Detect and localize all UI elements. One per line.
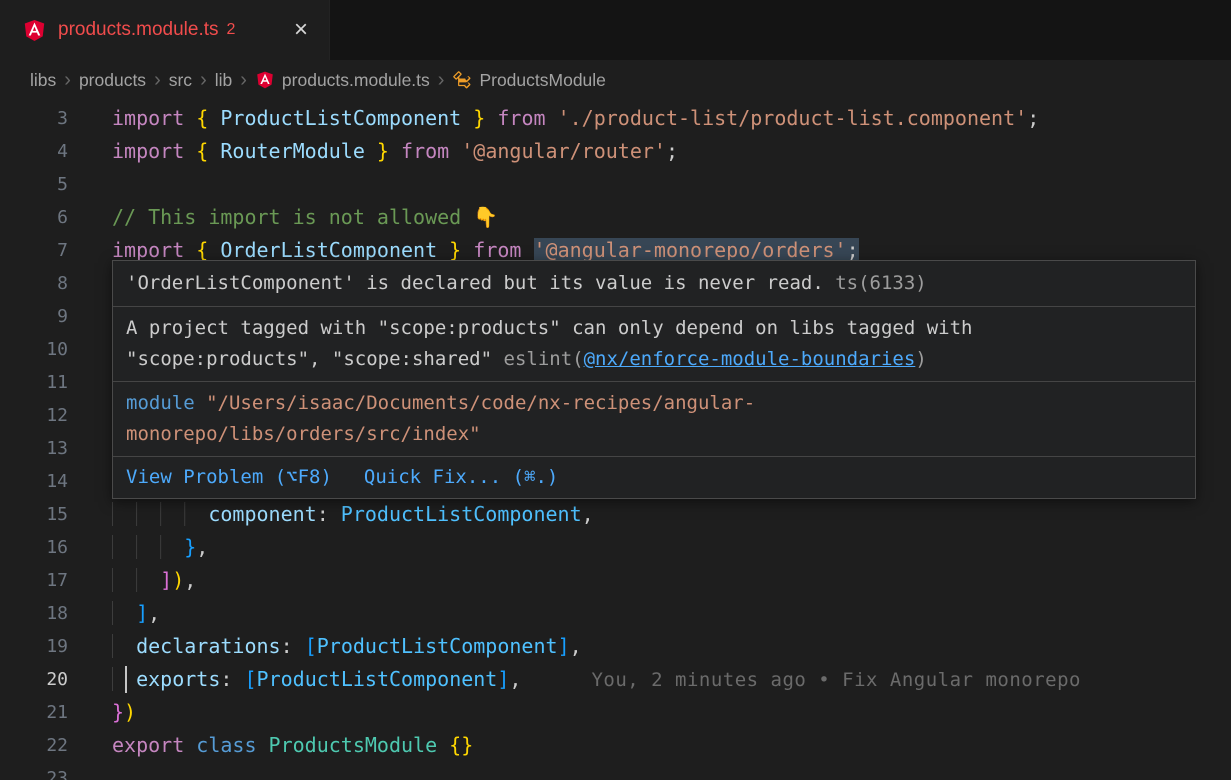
eslint-message-line1: A project tagged with "scope:products" c… xyxy=(126,317,972,339)
code-text xyxy=(68,267,112,300)
line-number[interactable]: 3 xyxy=(0,102,68,135)
line-number[interactable]: 7 xyxy=(0,234,68,267)
eslint-source-open: eslint( xyxy=(504,348,584,370)
hover-popup: 'OrderListComponent' is declared but its… xyxy=(112,260,1196,499)
code-line[interactable]: 18 ], xyxy=(0,597,1231,630)
line-number[interactable]: 11 xyxy=(0,366,68,399)
code-line[interactable]: 23 xyxy=(0,762,1231,780)
code-line[interactable]: 17 ]), xyxy=(0,564,1231,597)
code-text: ]), xyxy=(68,564,196,597)
class-symbol-icon xyxy=(452,70,472,90)
code-line[interactable]: 6// This import is not allowed 👇 xyxy=(0,201,1231,234)
code-line[interactable]: 5 xyxy=(0,168,1231,201)
line-number[interactable]: 23 xyxy=(0,762,68,780)
code-text: import { RouterModule } from '@angular/r… xyxy=(68,135,678,168)
text-cursor xyxy=(125,666,127,693)
line-number[interactable]: 13 xyxy=(0,432,68,465)
code-line[interactable]: 15 component: ProductListComponent, xyxy=(0,498,1231,531)
line-number[interactable]: 17 xyxy=(0,564,68,597)
angular-file-icon xyxy=(22,18,47,43)
line-number[interactable]: 20 xyxy=(0,663,68,696)
breadcrumb-item-products[interactable]: products xyxy=(79,70,146,91)
eslint-rule-link[interactable]: @nx/enforce-module-boundaries xyxy=(584,348,916,370)
eslint-message-line2: "scope:products", "scope:shared" xyxy=(126,348,504,370)
code-text xyxy=(68,465,112,498)
line-number[interactable]: 12 xyxy=(0,399,68,432)
code-text: declarations: [ProductListComponent], xyxy=(68,630,582,663)
breadcrumb-item-symbol[interactable]: ProductsModule xyxy=(452,70,605,91)
hover-eslint-diagnostic: A project tagged with "scope:products" c… xyxy=(113,307,1195,382)
code-text: import { ProductListComponent } from './… xyxy=(68,102,1039,135)
code-line[interactable]: 4import { RouterModule } from '@angular/… xyxy=(0,135,1231,168)
code-text xyxy=(68,333,112,366)
line-number[interactable]: 21 xyxy=(0,696,68,729)
tab-products-module-ts[interactable]: products.module.ts 2 × xyxy=(0,0,330,60)
line-number[interactable]: 19 xyxy=(0,630,68,663)
breadcrumb-separator: › xyxy=(430,70,453,90)
line-number[interactable]: 5 xyxy=(0,168,68,201)
line-number[interactable]: 14 xyxy=(0,465,68,498)
code-line[interactable]: 3import { ProductListComponent } from '.… xyxy=(0,102,1231,135)
tab-close-icon[interactable]: × xyxy=(287,16,315,44)
breadcrumb-item-src[interactable]: src xyxy=(169,70,192,91)
code-text xyxy=(68,399,112,432)
code-text xyxy=(68,168,112,201)
code-text: }) xyxy=(68,696,136,729)
code-line[interactable]: 22export class ProductsModule {} xyxy=(0,729,1231,762)
code-text: ], xyxy=(68,597,160,630)
breadcrumb-separator: › xyxy=(192,70,215,90)
breadcrumb: libs › products › src › lib › products.m… xyxy=(0,60,1231,100)
code-line[interactable]: 16 }, xyxy=(0,531,1231,564)
line-number[interactable]: 8 xyxy=(0,267,68,300)
line-number[interactable]: 10 xyxy=(0,333,68,366)
breadcrumb-item-file[interactable]: products.module.ts xyxy=(255,70,430,91)
hover-actions: View Problem (⌥F8) Quick Fix... (⌘.) xyxy=(113,457,1195,498)
breadcrumb-separator: › xyxy=(56,70,79,90)
code-text xyxy=(68,432,112,465)
code-text: }, xyxy=(68,531,208,564)
view-problem-link[interactable]: View Problem (⌥F8) xyxy=(126,462,332,493)
code-line[interactable]: 19 declarations: [ProductListComponent], xyxy=(0,630,1231,663)
breadcrumb-separator: › xyxy=(146,70,169,90)
git-blame-annotation: You, 2 minutes ago • Fix Angular monorep… xyxy=(591,664,1081,697)
code-text: // This import is not allowed 👇 xyxy=(68,201,498,234)
code-text xyxy=(68,300,112,333)
breadcrumb-item-lib[interactable]: lib xyxy=(215,70,233,91)
breadcrumb-separator: › xyxy=(232,70,255,90)
vscode-window: products.module.ts 2 × libs › products ›… xyxy=(0,0,1231,780)
module-keyword: module xyxy=(126,392,195,414)
line-number[interactable]: 9 xyxy=(0,300,68,333)
code-line[interactable]: 20 exports: [ProductListComponent],You, … xyxy=(0,663,1231,696)
code-text: component: ProductListComponent, xyxy=(68,498,594,531)
line-number[interactable]: 16 xyxy=(0,531,68,564)
code-text: export class ProductsModule {} xyxy=(68,729,473,762)
code-text: exports: [ProductListComponent],You, 2 m… xyxy=(68,663,1081,696)
ts-diagnostic-message: 'OrderListComponent' is declared but its… xyxy=(126,272,824,294)
line-number[interactable]: 15 xyxy=(0,498,68,531)
line-number[interactable]: 4 xyxy=(0,135,68,168)
angular-file-icon xyxy=(255,70,275,90)
hover-module-info: module "/Users/isaac/Documents/code/nx-r… xyxy=(113,382,1195,457)
code-text xyxy=(68,366,112,399)
editor[interactable]: 3import { ProductListComponent } from '.… xyxy=(0,100,1231,780)
breadcrumb-item-libs[interactable]: libs xyxy=(30,70,56,91)
line-number[interactable]: 6 xyxy=(0,201,68,234)
editor-tab-bar: products.module.ts 2 × xyxy=(0,0,1231,60)
line-number[interactable]: 22 xyxy=(0,729,68,762)
code-text xyxy=(68,762,112,780)
line-number[interactable]: 18 xyxy=(0,597,68,630)
tab-problems-badge: 2 xyxy=(227,21,236,39)
tab-title: products.module.ts xyxy=(58,19,219,41)
quick-fix-link[interactable]: Quick Fix... (⌘.) xyxy=(364,462,558,493)
eslint-source-close: ) xyxy=(915,348,926,370)
code-line[interactable]: 21}) xyxy=(0,696,1231,729)
module-path: "/Users/isaac/Documents/code/nx-recipes/… xyxy=(126,392,755,445)
ts-diagnostic-code: ts(6133) xyxy=(824,272,927,294)
hover-ts-diagnostic: 'OrderListComponent' is declared but its… xyxy=(113,261,1195,307)
